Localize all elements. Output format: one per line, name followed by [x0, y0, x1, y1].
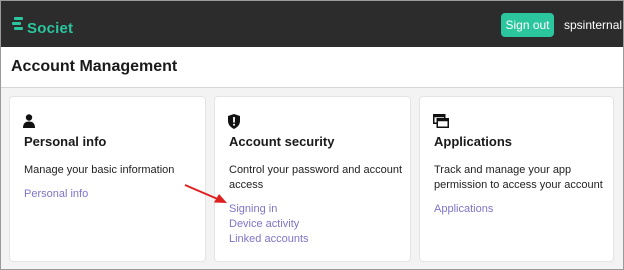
link-applications[interactable]: Applications	[434, 203, 493, 215]
card-personal-info: Personal info Manage your basic informat…	[10, 97, 205, 261]
logo-mark-icon	[12, 17, 23, 30]
card-title: Personal info	[24, 134, 107, 149]
shield-alert-icon	[228, 114, 240, 134]
card-description: Control your password and account access	[229, 164, 403, 191]
app-window: Societ Sign out spsinternal Account Mana…	[0, 0, 624, 270]
link-personal-info[interactable]: Personal info	[24, 188, 88, 200]
link-signing-in[interactable]: Signing in	[229, 203, 277, 215]
card-account-security: Account security Control your password a…	[215, 97, 410, 261]
link-device-activity[interactable]: Device activity	[229, 218, 299, 230]
logo-text: Societ	[27, 20, 74, 37]
top-navbar: Societ Sign out spsinternal	[1, 1, 623, 47]
person-icon	[23, 114, 35, 133]
card-description: Manage your basic information	[24, 164, 175, 176]
windows-icon	[433, 114, 449, 133]
sign-out-button[interactable]: Sign out	[501, 13, 554, 37]
page-header: Account Management	[1, 47, 623, 88]
card-title: Applications	[434, 134, 513, 149]
card-title: Account security	[229, 134, 335, 149]
card-applications: Applications Track and manage your app p…	[420, 97, 613, 261]
username-label[interactable]: spsinternal	[564, 18, 622, 32]
brand-logo[interactable]: Societ	[12, 14, 73, 38]
red-arrow-annotation-icon	[184, 184, 227, 203]
link-linked-accounts[interactable]: Linked accounts	[229, 233, 309, 245]
card-description: Track and manage your app permission to …	[434, 164, 603, 191]
page-title: Account Management	[11, 58, 178, 75]
